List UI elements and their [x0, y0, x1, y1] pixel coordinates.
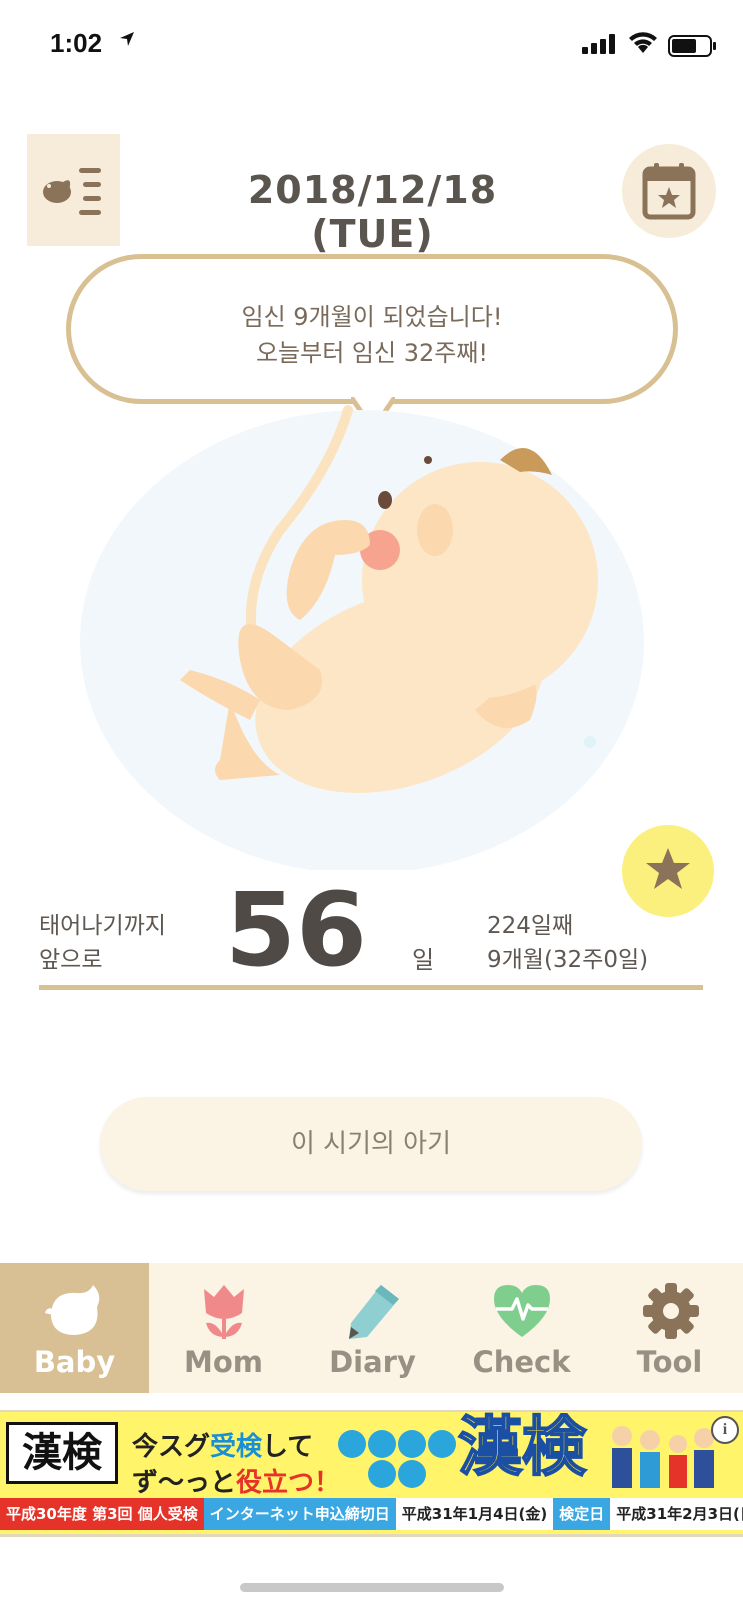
tab-tool[interactable]: Tool — [596, 1263, 743, 1393]
tab-baby[interactable]: Baby — [0, 1263, 149, 1393]
ad-text: して — [262, 1432, 314, 1462]
status-bar: 1:02 — [0, 0, 743, 90]
bubble-line-2: 오늘부터 임신 32주째! — [255, 339, 489, 367]
ad-bar-item: 検定日 — [553, 1498, 611, 1530]
tulip-icon — [204, 1285, 244, 1339]
countdown-label-line1: 태어나기까지 — [39, 913, 166, 939]
baby-this-period-button[interactable]: 이 시기의 아기 — [100, 1097, 642, 1191]
bottom-tab-bar: Baby Mom Diary Check Tool — [0, 1263, 743, 1393]
bubble-line-1: 임신 9개월이 되었습니다! — [241, 303, 503, 331]
ad-logo: 漢検 — [6, 1422, 118, 1484]
tab-mom-label: Mom — [184, 1345, 263, 1379]
favorite-button[interactable] — [622, 825, 714, 917]
calendar-star-icon — [642, 163, 696, 220]
ad-circle-badges — [338, 1428, 456, 1488]
ad-headline-1: 今スグ受検して — [132, 1426, 313, 1463]
ad-big-logo: 漢検 — [457, 1411, 587, 1485]
gear-icon — [643, 1283, 699, 1339]
tab-baby-label: Baby — [33, 1345, 116, 1379]
ad-text: 今スグ — [132, 1432, 211, 1462]
ad-text-highlight: 受検 — [210, 1432, 263, 1462]
ad-bar-item: 平成30年度 第3回 個人受検 — [0, 1498, 204, 1530]
menu-button[interactable] — [27, 134, 120, 246]
days-left-number: 56 — [225, 871, 367, 990]
pencil-icon — [349, 1285, 399, 1339]
calendar-button[interactable] — [622, 144, 716, 238]
ad-headline-2: ず～っと役立つ！ — [132, 1462, 340, 1499]
bird-menu-icon — [43, 168, 101, 215]
countdown-divider — [39, 985, 703, 990]
tab-mom[interactable]: Mom — [149, 1263, 298, 1393]
ad-people-illustration — [612, 1426, 714, 1488]
heartbeat-icon — [494, 1285, 550, 1337]
pregnancy-day-count: 224일째 — [487, 913, 574, 939]
pregnancy-week-info: 9개월(32주0일) — [487, 947, 649, 973]
location-arrow-icon — [120, 32, 134, 46]
wifi-icon — [629, 32, 657, 53]
star-icon — [646, 848, 690, 889]
ad-bar-item: 平成31年1月4日(金) — [395, 1498, 554, 1530]
ad-text: ず～っと — [132, 1468, 237, 1498]
days-unit: 일 — [412, 946, 435, 974]
battery-icon — [668, 35, 716, 57]
tab-check-label: Check — [472, 1345, 571, 1379]
status-time: 1:02 — [50, 28, 103, 58]
tab-diary[interactable]: Diary — [298, 1263, 447, 1393]
cellular-signal-icon — [582, 34, 615, 54]
bird-icon — [45, 1285, 100, 1335]
ad-info-icon[interactable]: i — [711, 1416, 739, 1444]
ad-bar-item: インターネット申込締切日 — [203, 1498, 396, 1530]
home-indicator[interactable] — [240, 1583, 504, 1592]
baby-illustration — [80, 405, 644, 870]
tab-check[interactable]: Check — [447, 1263, 596, 1393]
ad-info-bar: 平成30年度 第3回 個人受検 インターネット申込締切日 平成31年1月4日(金… — [0, 1498, 743, 1530]
current-date: 2018/12/18 (TUE) — [247, 168, 498, 256]
ad-banner[interactable]: 漢検 今スグ受検して ず～っと役立つ！ 漢検 i 平成30年度 第3回 個人受検… — [0, 1410, 743, 1537]
tab-diary-label: Diary — [329, 1345, 416, 1379]
ad-bar-item: 平成31年2月3日(日) — [610, 1498, 743, 1530]
countdown-label-line2: 앞으로 — [39, 947, 103, 973]
ad-text-highlight: 役立つ！ — [236, 1468, 341, 1498]
tab-tool-label: Tool — [636, 1345, 703, 1379]
